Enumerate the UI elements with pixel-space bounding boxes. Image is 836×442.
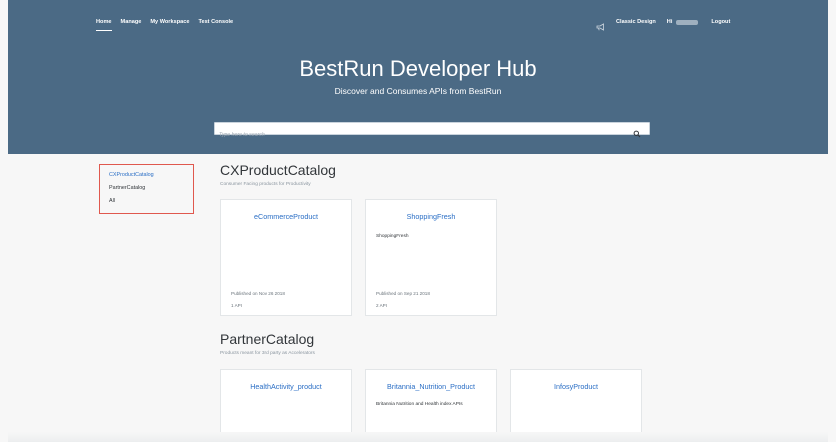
app-frame: Home Manage My Workspace Test Console Cl… [8, 0, 828, 442]
classic-design-link[interactable]: Classic Design [616, 19, 656, 25]
greeting-label: Hi [666, 19, 673, 25]
sidebar-item-cxproductcatalog[interactable]: CXProductCatalog [109, 172, 154, 178]
product-card-title[interactable]: Britannia_Nutrition_Product [366, 382, 496, 391]
section-title-partnercatalog: PartnerCatalog [220, 331, 315, 347]
user-navigation: Classic Design Hi Logout [596, 18, 730, 31]
product-card-published-date: Published on Nov 26 2018 [231, 291, 285, 296]
product-card-api-count: 1 API [231, 303, 242, 308]
page-bottom-fade [8, 432, 828, 442]
user-name-redacted [676, 19, 699, 25]
product-card-api-count: 2 API [376, 303, 387, 308]
catalog-sidebar: CXProductCatalog PartnerCatalog All [99, 164, 194, 214]
page-title: BestRun Developer Hub [299, 56, 537, 81]
section-description: Consumer Facing products for Productivit… [220, 182, 311, 187]
search-bar [214, 122, 650, 141]
product-card-title[interactable]: ShoppingFresh [366, 212, 496, 221]
product-card-title[interactable]: eCommerceProduct [221, 212, 351, 221]
product-card-ecommerceproduct[interactable]: eCommerceProduct Published on Nov 26 201… [220, 199, 352, 316]
nav-home[interactable]: Home [96, 19, 112, 31]
top-navigation: Home Manage My Workspace Test Console [96, 19, 242, 31]
page-subtitle: Discover and Consumes APIs from BestRun [334, 86, 502, 96]
product-card-title[interactable]: HealthActivity_product [221, 382, 351, 391]
sidebar-item-all[interactable]: All [109, 198, 115, 204]
product-card-title[interactable]: InfosyProduct [511, 382, 641, 391]
section-title-cxproductcatalog: CXProductCatalog [220, 162, 336, 178]
sidebar-item-partnercatalog[interactable]: PartnerCatalog [109, 185, 145, 191]
search-input[interactable] [215, 129, 625, 141]
search-icon[interactable] [633, 125, 641, 138]
nav-manage[interactable]: Manage [121, 19, 142, 25]
hero-banner: Home Manage My Workspace Test Console Cl… [8, 0, 828, 154]
logout-link[interactable]: Logout [711, 19, 730, 25]
product-card-description: ShoppingFresh [376, 234, 409, 239]
nav-test-console[interactable]: Test Console [198, 19, 233, 25]
megaphone-icon[interactable] [596, 18, 605, 31]
section-description: Products meant for 3rd party as Accelera… [220, 351, 315, 356]
nav-my-workspace[interactable]: My Workspace [150, 19, 189, 25]
product-card-shoppingfresh[interactable]: ShoppingFresh ShoppingFresh Published on… [365, 199, 497, 316]
product-card-published-date: Published on Sep 21 2018 [376, 291, 430, 296]
product-card-description: Britannia Nutrition and Health index API… [376, 402, 463, 407]
